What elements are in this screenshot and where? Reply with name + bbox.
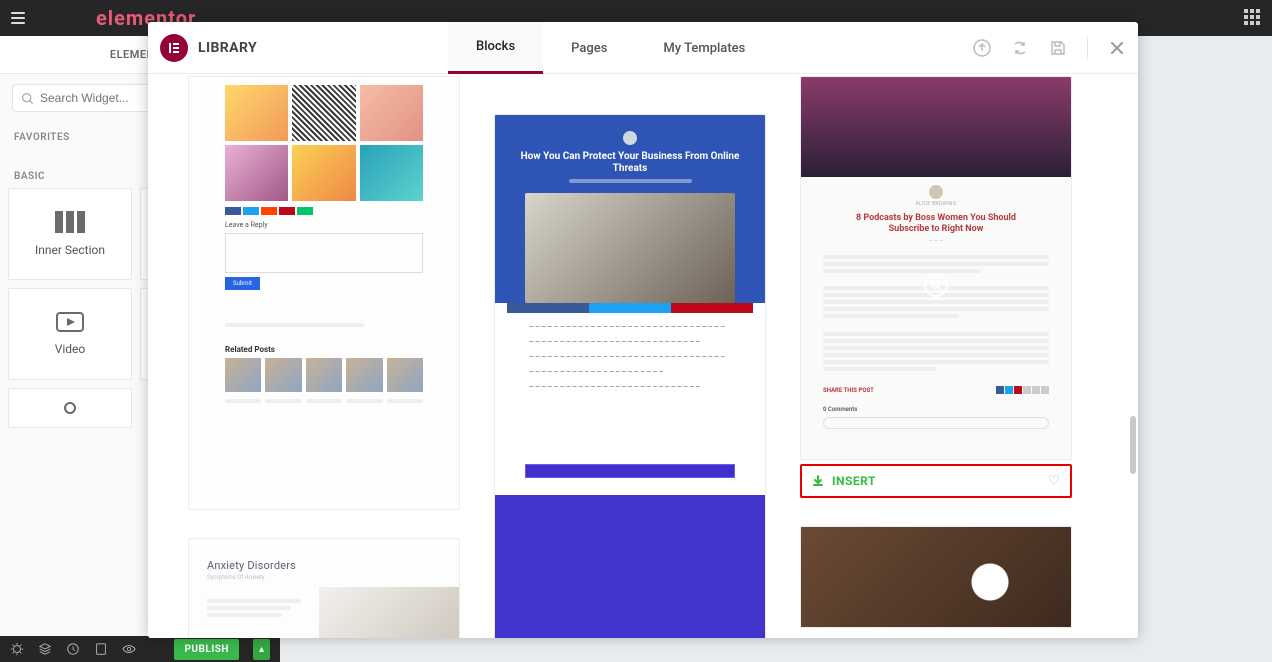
insert-label: INSERT: [832, 474, 876, 488]
template-preview: Anxiety Disorders Symptoms Of Anxiety: [189, 539, 459, 638]
insert-bar: INSERT ♡: [800, 464, 1072, 498]
favorite-icon[interactable]: ♡: [1047, 473, 1060, 489]
modal-overlay: LIBRARY Blocks Pages My Templates: [0, 0, 1272, 662]
tpl4-sub: Symptoms Of Anxiety: [207, 574, 441, 581]
grid-column: PRO How You Can Protect Your Business Fr…: [494, 76, 766, 638]
tpl4-title: Anxiety Disorders: [207, 559, 441, 572]
share-with-label: Share this post with your friends: [525, 488, 735, 495]
reply-label: Leave a Reply: [225, 221, 423, 229]
grid-column: PRO ALICE BROWING 8 Podcasts by Boss Wom…: [800, 76, 1072, 628]
template-preview: [801, 527, 1071, 627]
template-card[interactable]: PRO How You Can Protect Your Business Fr…: [494, 114, 766, 638]
download-icon: [812, 475, 824, 487]
newsletter-label: Subscribe To Our Newsletter: [525, 422, 735, 432]
template-card[interactable]: PRO: [800, 526, 1072, 628]
submit-label: Submit: [225, 277, 260, 290]
save-icon[interactable]: [1047, 37, 1069, 59]
template-card[interactable]: PRO Anxiety Disorders Symptoms Of Anxiet…: [188, 538, 460, 638]
modal-header: LIBRARY Blocks Pages My Templates: [148, 22, 1138, 74]
tpl3-title: 8 Podcasts by Boss Women You Should Subs…: [801, 207, 1071, 238]
tab-blocks[interactable]: Blocks: [448, 22, 543, 74]
template-preview: ALICE BROWING 8 Podcasts by Boss Women Y…: [801, 77, 1071, 459]
close-icon[interactable]: [1106, 37, 1128, 59]
sync-icon[interactable]: [1009, 37, 1031, 59]
scrollbar-thumb[interactable]: [1130, 416, 1136, 474]
template-card-hovered[interactable]: PRO ALICE BROWING 8 Podcasts by Boss Wom…: [800, 76, 1072, 460]
library-title: LIBRARY: [198, 40, 257, 56]
tab-pages[interactable]: Pages: [543, 22, 635, 74]
insert-button[interactable]: INSERT: [812, 474, 876, 488]
tab-my-templates[interactable]: My Templates: [635, 22, 773, 74]
upload-icon[interactable]: [971, 37, 993, 59]
tpl3-comments-label: 0 Comments: [823, 406, 1049, 413]
modal-body[interactable]: Leave a Reply Submit Related Posts: [148, 74, 1138, 638]
zoom-icon[interactable]: [924, 273, 948, 297]
elementor-badge-icon: [160, 34, 188, 62]
template-preview: How You Can Protect Your Business From O…: [495, 115, 765, 638]
grid-column: Leave a Reply Submit Related Posts: [188, 76, 460, 638]
library-modal: LIBRARY Blocks Pages My Templates: [148, 22, 1138, 638]
spacer: [494, 76, 766, 86]
template-preview: Leave a Reply Submit Related Posts: [189, 77, 459, 509]
tpl3-share-label: SHARE THIS POST: [823, 387, 874, 394]
header-actions: [971, 22, 1128, 74]
library-tabs: Blocks Pages My Templates: [448, 22, 773, 74]
related-posts-label: Related Posts: [225, 345, 423, 354]
templates-grid: Leave a Reply Submit Related Posts: [188, 76, 1098, 638]
tpl2-headline: How You Can Protect Your Business From O…: [507, 151, 753, 175]
template-card[interactable]: Leave a Reply Submit Related Posts: [188, 76, 460, 510]
separator: [1087, 37, 1088, 59]
